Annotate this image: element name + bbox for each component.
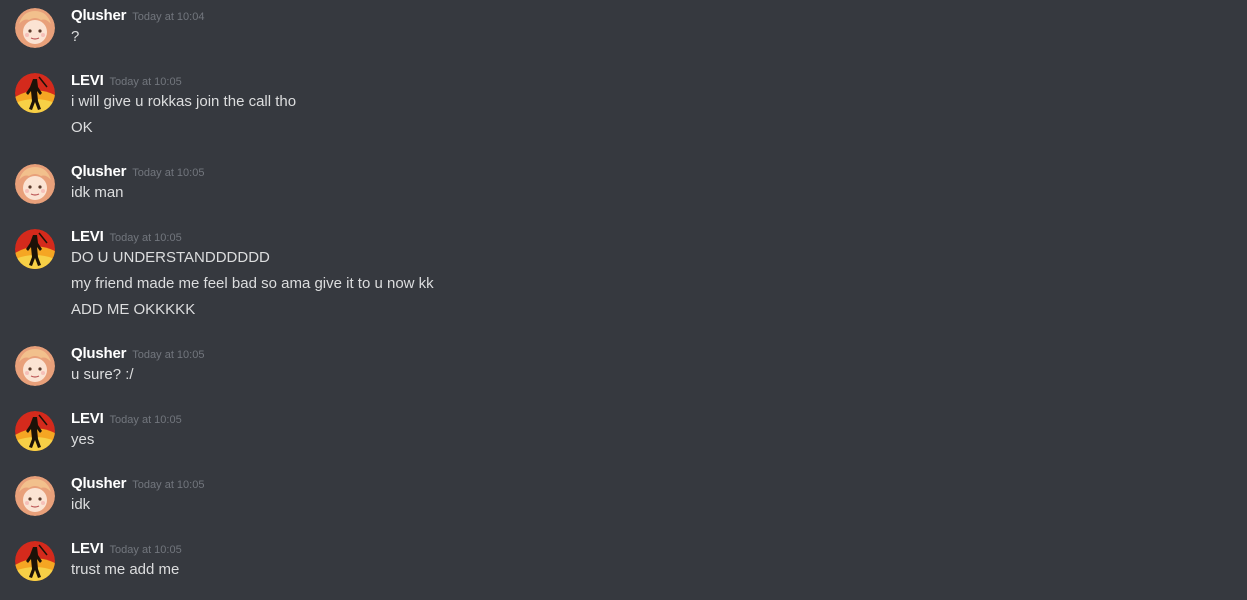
message-text: my friend made me feel bad so ama give i… [71, 275, 434, 292]
message-header: Qlusher Today at 10:05 [71, 344, 204, 364]
username[interactable]: Qlusher [71, 475, 126, 492]
levi-avatar-icon[interactable] [15, 229, 55, 269]
timestamp[interactable]: Today at 10:05 [110, 232, 182, 244]
message-text: ADD ME OKKKKK [71, 301, 196, 318]
username[interactable]: LEVI [71, 72, 104, 89]
timestamp[interactable]: Today at 10:05 [110, 414, 182, 426]
message-header: LEVI Today at 10:05 [71, 71, 182, 91]
qlusher-avatar-icon[interactable] [15, 476, 55, 516]
message-text: u sure? :/ [71, 366, 134, 383]
message-header: Qlusher Today at 10:05 [71, 474, 204, 494]
message-header: LEVI Today at 10:05 [71, 539, 182, 559]
message-text: idk [71, 496, 91, 513]
qlusher-avatar-icon[interactable] [15, 346, 55, 386]
message-text: trust me add me [71, 561, 180, 578]
username[interactable]: Qlusher [71, 7, 126, 24]
timestamp[interactable]: Today at 10:05 [132, 479, 204, 491]
username[interactable]: LEVI [71, 540, 104, 557]
timestamp[interactable]: Today at 10:05 [110, 544, 182, 556]
message-header: Qlusher Today at 10:04 [71, 6, 204, 26]
message-text: yes [71, 431, 95, 448]
message-header: Qlusher Today at 10:05 [71, 162, 204, 182]
username[interactable]: Qlusher [71, 345, 126, 362]
message-header: LEVI Today at 10:05 [71, 227, 182, 247]
qlusher-avatar-icon[interactable] [15, 164, 55, 204]
username[interactable]: LEVI [71, 228, 104, 245]
message-header: LEVI Today at 10:05 [71, 409, 182, 429]
qlusher-avatar-icon[interactable] [15, 8, 55, 48]
message-text: i will give u rokkas join the call tho [71, 93, 297, 110]
timestamp[interactable]: Today at 10:05 [132, 349, 204, 361]
timestamp[interactable]: Today at 10:05 [110, 76, 182, 88]
message-text: idk man [71, 184, 124, 201]
levi-avatar-icon[interactable] [15, 541, 55, 581]
levi-avatar-icon[interactable] [15, 411, 55, 451]
message-text: ? [71, 28, 80, 45]
levi-avatar-icon[interactable] [15, 73, 55, 113]
timestamp[interactable]: Today at 10:04 [132, 11, 204, 23]
message-text: DO U UNDERSTANDDDDDD [71, 249, 270, 266]
timestamp[interactable]: Today at 10:05 [132, 167, 204, 179]
username[interactable]: LEVI [71, 410, 104, 427]
message-text: OK [71, 119, 93, 136]
username[interactable]: Qlusher [71, 163, 126, 180]
